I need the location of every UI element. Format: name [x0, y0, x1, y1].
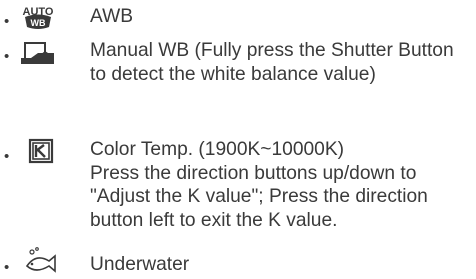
bullet: • [4, 48, 10, 65]
color-temp-k-icon [18, 138, 58, 166]
bullet: • [4, 259, 10, 276]
item-text: AWB [90, 6, 133, 27]
item-text: Manual WB (Fully press the Shutter Butto… [90, 40, 454, 85]
bullet: • [4, 13, 10, 30]
manual-wb-icon [18, 39, 58, 67]
awb-icon: AUTO WB [18, 4, 58, 32]
bullet: • [4, 148, 10, 165]
underwater-fish-icon [18, 247, 58, 275]
item-text: Color Temp. (1900K~10000K) Press the dir… [90, 139, 428, 231]
svg-text:WB: WB [31, 18, 46, 28]
item-text: Underwater [90, 254, 190, 275]
